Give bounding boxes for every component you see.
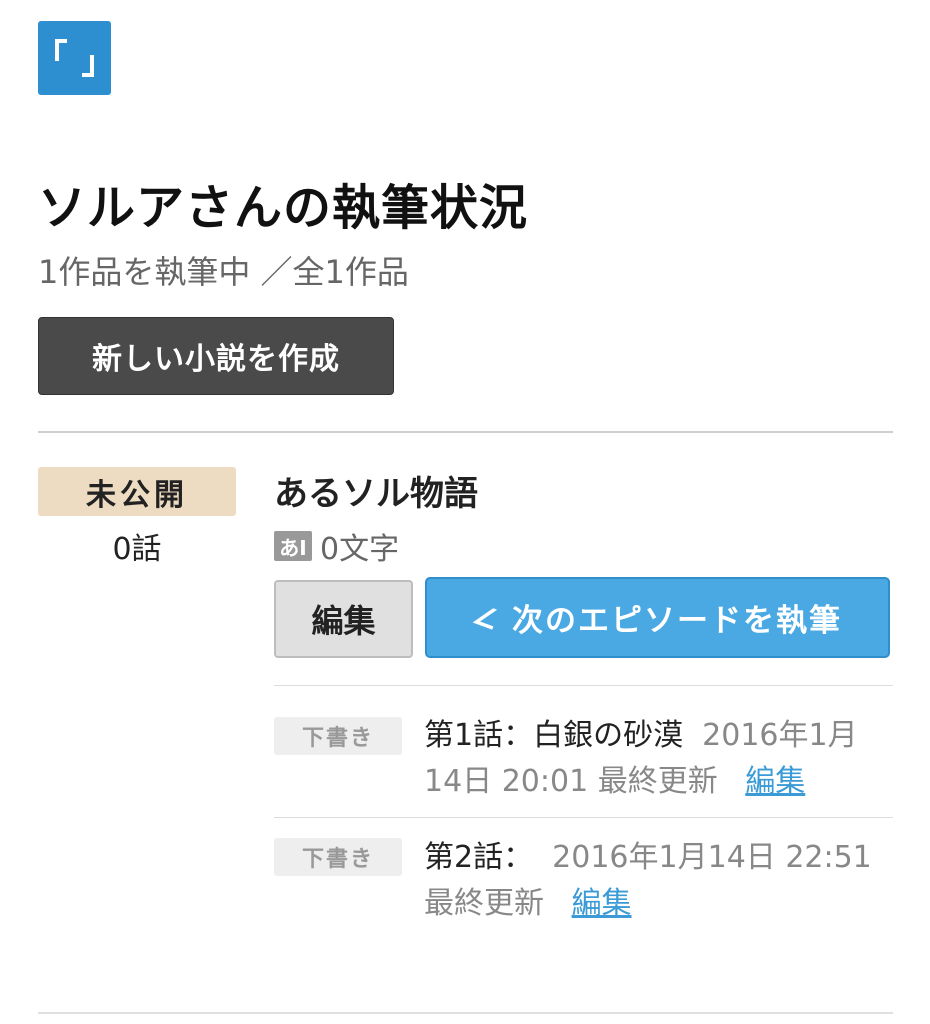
divider (38, 431, 893, 433)
episode-divider (274, 817, 893, 818)
episode-item: 第1話：白銀の砂漠 2016年1月14日 20:01 最終更新 編集 (424, 713, 884, 805)
logo-bracket-open-icon (55, 39, 67, 61)
char-count-value: 0文字 (320, 532, 400, 567)
draft-badge: 下書き (274, 838, 402, 876)
episode-title[interactable]: 第1話：白銀の砂漠 (424, 718, 683, 753)
edit-work-button[interactable]: 編集 (274, 580, 413, 658)
works-summary: 1作品を執筆中 ／全1作品 (38, 253, 409, 291)
episode-updated-label: 最終更新 (424, 886, 544, 921)
page-title: ソルアさんの執筆状況 (38, 180, 529, 236)
episode-edit-link[interactable]: 編集 (572, 886, 632, 921)
episode-edit-link[interactable]: 編集 (745, 764, 805, 799)
site-logo[interactable] (38, 21, 111, 95)
episode-updated: 2016年1月14日 22:51 (552, 840, 872, 875)
write-next-episode-button[interactable]: ∠ 次のエピソードを執筆 (425, 577, 890, 658)
char-count: あI 0文字 (274, 528, 399, 567)
work-title[interactable]: あるソル物語 (274, 470, 478, 518)
new-novel-button[interactable]: 新しい小説を作成 (38, 317, 394, 395)
draft-badge: 下書き (274, 717, 402, 755)
char-count-icon: あI (274, 531, 312, 561)
episode-updated-label: 最終更新 (597, 764, 718, 799)
episode-divider (274, 685, 893, 686)
episode-item: 第2話： 2016年1月14日 22:51 最終更新 編集 (424, 835, 884, 927)
divider (38, 1012, 893, 1014)
logo-bracket-close-icon (82, 55, 94, 77)
episode-title[interactable]: 第2話： (424, 840, 533, 875)
status-badge: 未公開 (38, 467, 236, 516)
write-next-episode-label: 次のエピソードを執筆 (512, 603, 843, 639)
episode-count: 0話 (112, 532, 162, 567)
pen-icon: ∠ (468, 597, 505, 638)
